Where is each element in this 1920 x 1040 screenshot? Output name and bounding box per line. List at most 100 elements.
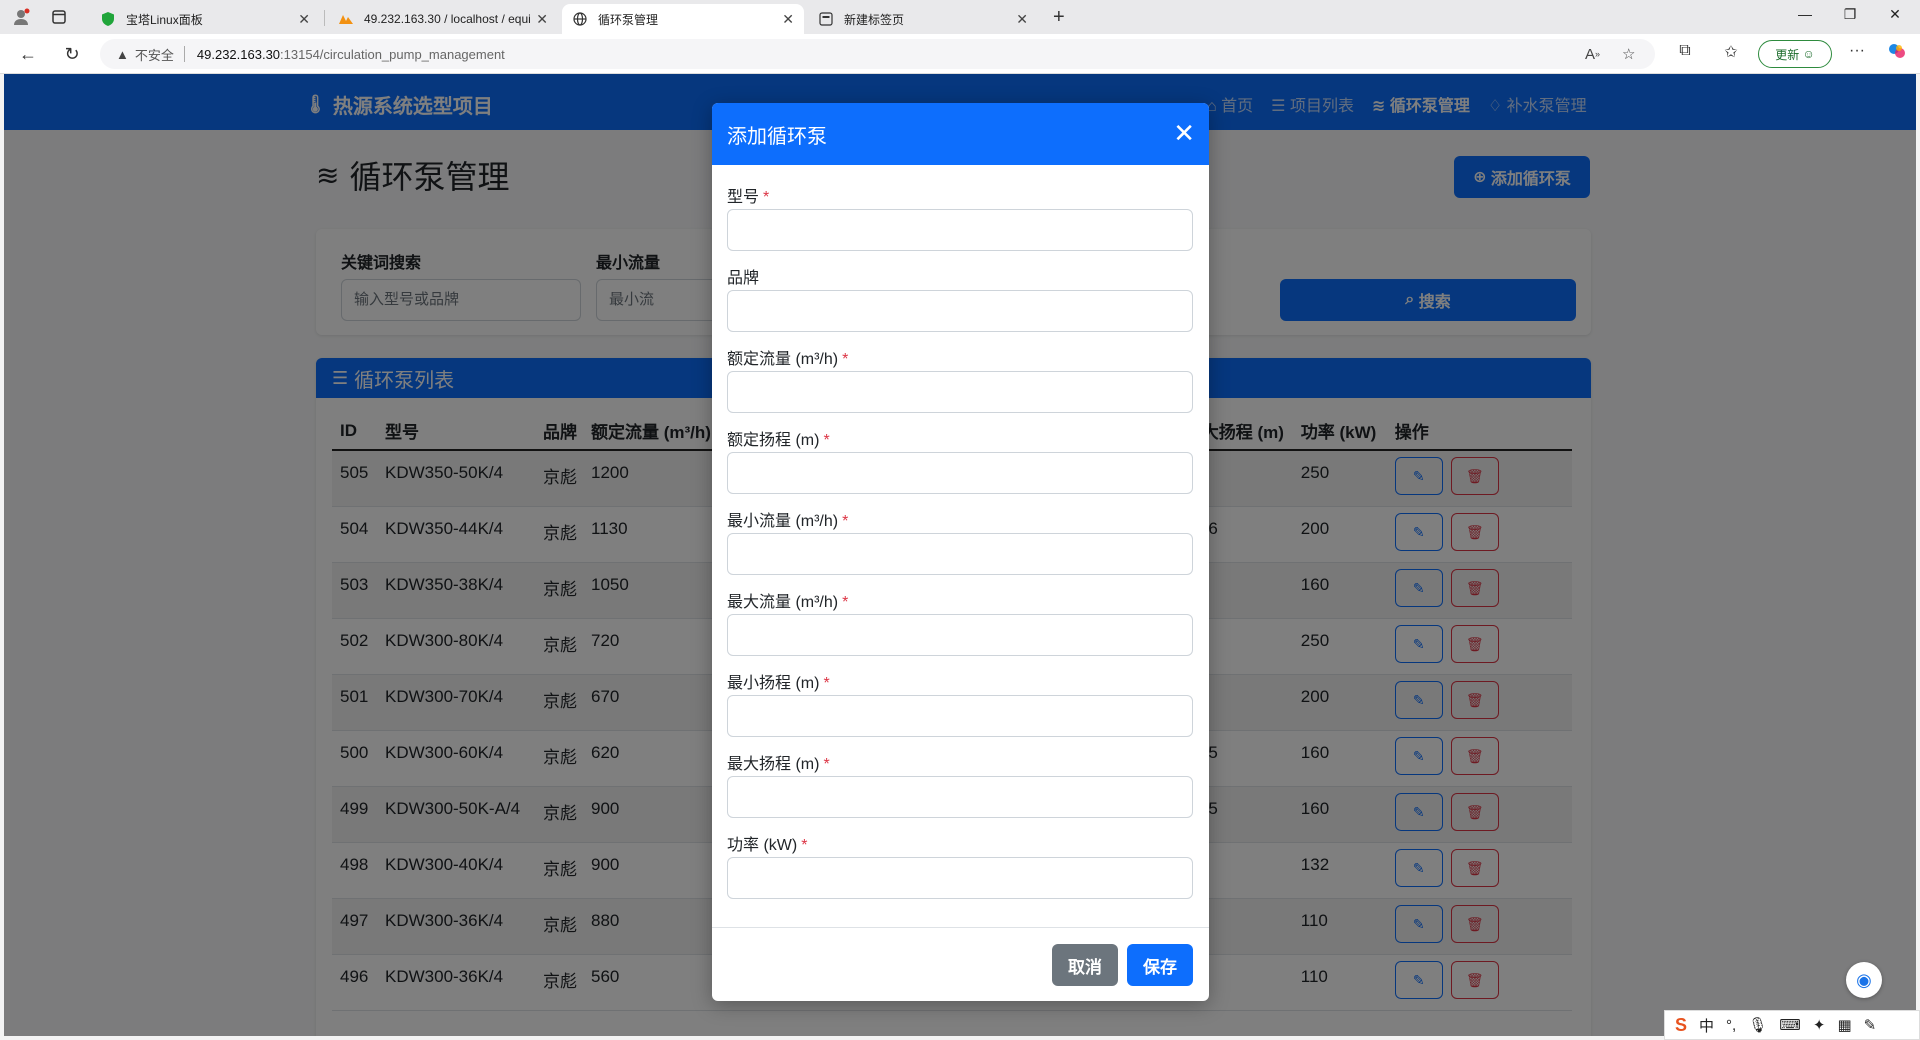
field-input[interactable] [727, 290, 1193, 332]
divider [183, 46, 185, 62]
field-input[interactable] [727, 776, 1193, 818]
form-field: 功率 (kW) * [727, 831, 1193, 899]
field-label-text: 额定扬程 (m) [727, 432, 820, 449]
form-field: 最大扬程 (m) * [727, 750, 1193, 818]
field-input[interactable] [727, 857, 1193, 899]
back-icon[interactable]: ← [16, 43, 40, 65]
field-label-text: 最小流量 (m³/h) [727, 513, 839, 530]
favorites-icon[interactable]: ✩ [1718, 42, 1744, 62]
punctuation-icon[interactable]: °, [1726, 1017, 1736, 1034]
field-input[interactable] [727, 614, 1193, 656]
reload-icon[interactable]: ↻ [60, 43, 84, 65]
tab-actions-icon[interactable] [48, 6, 70, 28]
tab-separator [324, 10, 325, 26]
tab-title: 宝塔Linux面板 [126, 12, 203, 27]
tab-baota[interactable]: 宝塔Linux面板 ✕ [90, 4, 320, 34]
minimize-icon[interactable]: — [1785, 6, 1825, 22]
sogou-ime-icon[interactable]: S [1675, 1015, 1687, 1036]
extensions-icon[interactable]: ⧉ [1672, 42, 1698, 60]
field-label-text: 功率 (kW) [727, 837, 798, 854]
field-label: 功率 (kW) * [727, 831, 1193, 855]
field-label-text: 最小扬程 (m) [727, 675, 820, 692]
globe-icon [572, 11, 588, 27]
field-label-text: 品牌 [727, 270, 760, 287]
form-field: 最小扬程 (m) * [727, 669, 1193, 737]
security-status: 不安全 [134, 47, 174, 63]
field-input[interactable] [727, 533, 1193, 575]
update-button[interactable]: 更新 ☺ [1758, 40, 1832, 68]
tab-title: 新建标签页 [844, 12, 905, 27]
new-tab-button[interactable]: + [1053, 6, 1065, 29]
required-mark: * [842, 594, 849, 611]
field-label: 型号 * [727, 183, 1193, 207]
address-bar[interactable]: ▲ 不安全 49.232.163.30:13154/circulation_pu… [100, 39, 1655, 69]
read-aloud-icon[interactable]: A» [1585, 39, 1600, 69]
skin-icon[interactable]: ✦ [1813, 1016, 1826, 1034]
field-label: 品牌 [727, 264, 1193, 288]
field-label-text: 额定流量 (m³/h) [727, 351, 839, 368]
assistant-float-button[interactable]: ◉ [1846, 962, 1882, 998]
close-icon[interactable]: ✕ [298, 11, 310, 28]
field-label: 最大流量 (m³/h) * [727, 588, 1193, 612]
toolbox-icon[interactable]: ▦ [1837, 1016, 1851, 1034]
field-label: 最大扬程 (m) * [727, 750, 1193, 774]
field-label-text: 最大扬程 (m) [727, 756, 820, 773]
form-field: 品牌 [727, 264, 1193, 332]
browser-toolbar: ← ↻ ▲ 不安全 49.232.163.30:13154/circulatio… [0, 34, 1920, 74]
more-icon[interactable]: ··· [1844, 42, 1870, 60]
save-button[interactable]: 保存 [1127, 944, 1193, 986]
phpmyadmin-icon [338, 11, 354, 27]
required-mark: * [823, 432, 830, 449]
profile-icon[interactable] [10, 6, 32, 28]
warning-icon: ▲ [116, 46, 129, 62]
new-tab-page-icon [818, 11, 834, 27]
close-icon[interactable]: ✕ [536, 11, 548, 28]
required-mark: * [763, 189, 770, 206]
restore-icon[interactable]: ❐ [1830, 6, 1870, 23]
system-tray: S 中 °, 🎙 ⌨ ✦ ▦ ✎ [1664, 1010, 1920, 1040]
shield-icon [100, 11, 116, 27]
close-icon[interactable]: ✕ [1016, 11, 1028, 28]
close-icon[interactable]: ✕ [1173, 119, 1195, 147]
tab-circulation-pump[interactable]: 循环泵管理 ✕ [562, 4, 804, 34]
field-input[interactable] [727, 452, 1193, 494]
add-pump-modal: 添加循环泵 ✕ 型号 * 品牌 额定流量 (m³/h) * 额定扬程 (m) * 最小流量 (… [712, 103, 1209, 1001]
keyboard-icon[interactable]: ⌨ [1779, 1016, 1801, 1034]
field-input[interactable] [727, 695, 1193, 737]
url-path: :13154/circulation_pump_management [280, 46, 505, 62]
window-close-icon[interactable]: ✕ [1875, 6, 1915, 23]
field-label-text: 型号 [727, 189, 760, 206]
field-label: 额定流量 (m³/h) * [727, 345, 1193, 369]
copilot-icon[interactable] [1884, 42, 1910, 65]
url-host: 49.232.163.30 [196, 46, 281, 62]
form-field: 最大流量 (m³/h) * [727, 588, 1193, 656]
update-label: 更新 [1775, 47, 1800, 62]
modal-header: 添加循环泵 ✕ [712, 103, 1209, 165]
tab-new-tab[interactable]: 新建标签页 ✕ [808, 4, 1038, 34]
required-mark: * [842, 351, 849, 368]
required-mark: * [823, 756, 830, 773]
pen-icon[interactable]: ✎ [1864, 1016, 1877, 1034]
field-label: 最小扬程 (m) * [727, 669, 1193, 693]
form-field: 最小流量 (m³/h) * [727, 507, 1193, 575]
close-icon[interactable]: ✕ [782, 11, 794, 28]
required-mark: * [842, 513, 849, 530]
cancel-button[interactable]: 取消 [1052, 944, 1118, 986]
field-input[interactable] [727, 209, 1193, 251]
field-input[interactable] [727, 371, 1193, 413]
favorite-star-icon[interactable]: ☆ [1622, 39, 1635, 69]
required-mark: * [801, 837, 808, 854]
tab-phpmyadmin[interactable]: 49.232.163.30 / localhost / equip... ✕ [328, 4, 558, 34]
field-label-text: 最大流量 (m³/h) [727, 594, 839, 611]
modal-footer: 取消 保存 [712, 927, 1209, 1001]
tab-title: 49.232.163.30 / localhost / equip... [364, 12, 531, 26]
tab-title: 循环泵管理 [598, 12, 659, 27]
form-field: 额定流量 (m³/h) * [727, 345, 1193, 413]
required-mark: * [823, 675, 830, 692]
browser-tab-bar: 宝塔Linux面板 ✕ 49.232.163.30 / localhost / … [0, 0, 1920, 34]
ime-mode-icon[interactable]: 中 [1699, 1015, 1714, 1036]
modal-title: 添加循环泵 [727, 125, 827, 148]
form-field: 型号 * [727, 183, 1193, 251]
form-field: 额定扬程 (m) * [727, 426, 1193, 494]
microphone-icon[interactable]: 🎙 [1748, 1016, 1767, 1034]
